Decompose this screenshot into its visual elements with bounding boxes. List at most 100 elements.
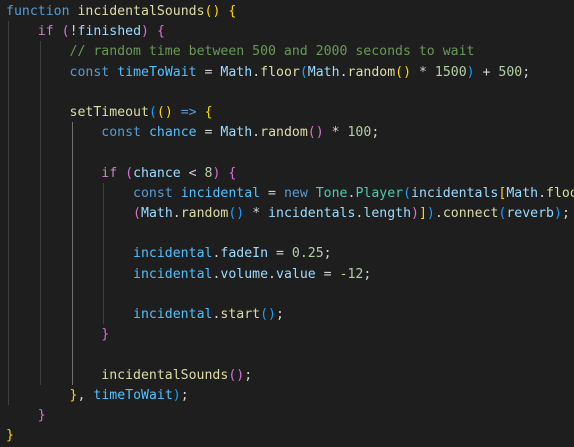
code-token: ) xyxy=(411,206,419,221)
code-token: ( xyxy=(299,64,308,80)
code-token: -12 xyxy=(339,266,364,282)
code-token: ) xyxy=(554,206,562,221)
code-token: 0.25 xyxy=(291,246,324,262)
code-line[interactable]: }, timeToWait); xyxy=(6,385,189,407)
code-token: * xyxy=(323,125,348,141)
code-line[interactable]: setTimeout(() => { xyxy=(6,102,213,124)
code-line[interactable]: incidental.volume.value = -12; xyxy=(6,264,371,286)
code-token: timeToWait xyxy=(93,387,173,403)
code-token: ; xyxy=(323,246,332,262)
code-line[interactable]: } xyxy=(6,425,14,447)
code-token: = xyxy=(315,266,340,282)
code-token: start xyxy=(220,307,261,322)
code-line[interactable]: // random time between 500 and 2000 seco… xyxy=(6,41,475,63)
code-line[interactable]: incidentalSounds(); xyxy=(6,365,252,387)
code-token: const xyxy=(69,64,110,80)
code-line[interactable]: const timeToWait = Math.floor(Math.rando… xyxy=(6,62,531,84)
code-token: Math xyxy=(220,125,253,141)
code-token: ; xyxy=(522,64,531,80)
code-token: volume xyxy=(220,266,269,282)
code-token: Player xyxy=(355,185,404,201)
code-token: ) xyxy=(426,206,435,221)
code-token: reverb xyxy=(506,206,554,221)
code-line[interactable]: } xyxy=(6,405,46,427)
code-token: . xyxy=(538,185,547,201)
code-token: () xyxy=(395,64,412,80)
code-token: Math xyxy=(141,206,173,221)
code-token: chance xyxy=(133,165,181,181)
code-token: Math xyxy=(307,64,340,80)
code-token: floor xyxy=(260,64,300,80)
code-token: random xyxy=(180,206,229,221)
code-line[interactable]: function incidentalSounds() { xyxy=(6,1,236,23)
code-token: chance xyxy=(148,125,197,141)
code-token: incidentals xyxy=(411,185,499,201)
code-token: incidentalSounds xyxy=(101,367,229,383)
code-token: = xyxy=(260,185,284,201)
code-token: { xyxy=(228,4,237,19)
code-token: () xyxy=(260,307,276,322)
code-token: < xyxy=(180,165,205,181)
code-token: incidental xyxy=(180,185,261,201)
code-token: value xyxy=(276,266,316,282)
code-token: ; xyxy=(371,125,380,141)
code-editor[interactable]: function incidentalSounds() { if (!finis… xyxy=(0,0,574,443)
code-line[interactable]: incidental.fadeIn = 0.25; xyxy=(6,243,332,265)
code-token: floor xyxy=(546,185,574,201)
code-token: ) xyxy=(172,387,181,403)
code-token: const xyxy=(101,125,141,141)
code-token: 8 xyxy=(204,165,213,181)
code-token: incidentalSounds xyxy=(77,4,205,19)
code-line[interactable]: if (!finished) { xyxy=(6,21,165,43)
code-line[interactable]: incidental.start(); xyxy=(6,304,284,326)
code-line[interactable]: if (chance < 8) { xyxy=(6,163,236,185)
code-line[interactable]: } xyxy=(6,324,109,346)
code-token: } xyxy=(6,428,14,444)
code-token: { xyxy=(204,105,213,120)
code-token: function xyxy=(6,4,70,19)
code-token: Tone xyxy=(315,185,348,201)
code-token: incidental xyxy=(133,246,213,262)
code-line[interactable]: (Math.random() * incidentals.length)]).c… xyxy=(6,203,570,225)
code-token: () xyxy=(204,4,221,19)
code-token: { xyxy=(156,24,165,40)
code-token: timeToWait xyxy=(117,64,197,80)
code-token: ; xyxy=(180,387,189,403)
code-token: () xyxy=(307,125,324,141)
code-token: } xyxy=(37,408,46,423)
code-token: ( xyxy=(125,165,134,181)
code-token: ! xyxy=(69,24,78,40)
code-token: 1500 xyxy=(434,64,467,80)
code-token: incidental xyxy=(133,307,213,322)
code-token: ( xyxy=(133,206,141,221)
code-token: ] xyxy=(418,206,427,221)
code-line[interactable]: const chance = Math.random() * 100; xyxy=(6,122,379,144)
code-token: Math xyxy=(220,64,253,80)
code-token: random xyxy=(347,64,396,80)
code-token: * xyxy=(244,206,269,221)
code-token: . xyxy=(252,125,261,141)
code-line[interactable]: const incidental = new Tone. Player(incid… xyxy=(6,183,574,205)
code-token: + xyxy=(474,64,499,80)
code-token: , xyxy=(77,387,94,403)
code-token: () xyxy=(228,206,245,221)
code-token: ) xyxy=(466,64,475,80)
code-token: . xyxy=(339,64,348,80)
